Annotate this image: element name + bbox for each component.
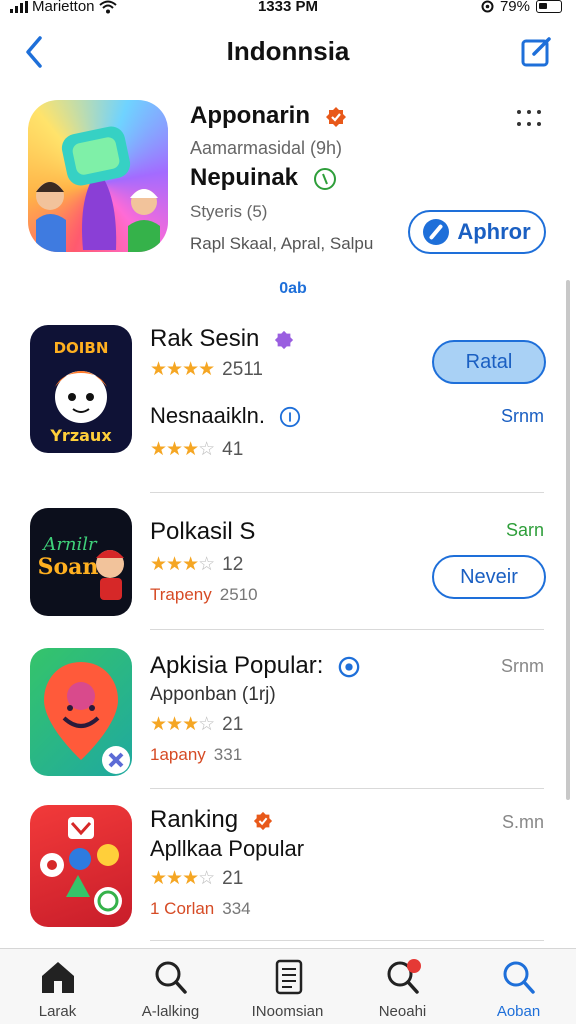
app-title-secondary: Nesnaaikln. (150, 403, 301, 429)
app-size: Srnm (500, 656, 544, 676)
app-icon-apkisia[interactable] (30, 648, 132, 776)
document-icon (275, 959, 302, 995)
rating-count: 21 (222, 868, 244, 889)
action-button-label: Neveir (460, 565, 518, 588)
tab-updates[interactable]: Neoahi (345, 955, 460, 1023)
tab-label: Aoban (496, 1003, 541, 1020)
app-icon-polkasil[interactable]: Arnilr Soan (30, 508, 132, 616)
icon-text-top: DOIBN (54, 339, 109, 357)
info-circle-icon (279, 407, 301, 428)
developer-line: Trapeny 2510 (150, 585, 258, 605)
notification-badge (407, 959, 421, 973)
featured-button-label: Aphror (457, 219, 531, 244)
search-icon (503, 961, 535, 994)
row-divider (150, 629, 544, 630)
refresh-circle-icon (338, 656, 360, 677)
featured-get-button[interactable]: Aphror (408, 210, 546, 254)
page-title: Indonnsia (226, 36, 350, 66)
app-title-text: Apkisia Popular: (150, 652, 324, 679)
tab-indonesia[interactable]: INoomsian (230, 955, 345, 1023)
app-title: Rak Sesin (150, 325, 294, 353)
app-icon-ranking[interactable] (30, 805, 132, 927)
verified-badge-icon (274, 330, 294, 349)
star-rating: ★★★☆ 41 (150, 439, 244, 460)
developer-count: 2510 (219, 585, 258, 604)
tab-today[interactable]: Larak (0, 955, 115, 1023)
featured-title: Apponarin (190, 102, 347, 130)
info-circle-icon (313, 167, 336, 190)
icon-text-bottom: Soan (38, 554, 99, 580)
scrollbar[interactable] (566, 280, 570, 800)
featured-name-text: Nepuinak (190, 164, 299, 191)
star-rating: ★★★☆ 21 (150, 868, 244, 889)
app-title-text: Rak Sesin (150, 325, 260, 352)
row-divider (150, 492, 544, 493)
app-title-secondary-text: Nesnaaikln. (150, 403, 265, 428)
rak-sesin-artwork: DOIBN Yrzaux (49, 339, 112, 445)
developer-name: 1 Corlan (150, 899, 215, 918)
developer-line: 1apany 331 (150, 745, 242, 765)
home-icon (41, 962, 74, 993)
app-size: S.mn (501, 812, 544, 832)
featured-title-text: Apponarin (190, 102, 310, 129)
battery-icon (536, 0, 562, 13)
action-button-label: Ratal (465, 350, 513, 373)
featured-app-icon[interactable] (28, 100, 168, 252)
app-title: Polkasil S (150, 518, 256, 545)
developer-count: 334 (222, 899, 251, 918)
featured-name: Nepuinak (190, 164, 337, 192)
tab-search[interactable]: Aoban (461, 955, 576, 1023)
app-size: Sarn (505, 520, 544, 540)
more-options-icon[interactable] (516, 108, 542, 128)
polkasil-action-button[interactable]: Neveir (432, 555, 546, 599)
rating-count: 12 (222, 554, 244, 575)
developer-name: 1apany (150, 745, 206, 764)
ranking-artwork (40, 817, 122, 915)
search-icon (155, 961, 187, 994)
rak-sesin-action-button[interactable]: Ratal (432, 340, 546, 384)
app-title: Apkisia Popular: (150, 652, 360, 680)
tab-ranking[interactable]: A-lalking (113, 955, 228, 1023)
row-divider (150, 940, 544, 941)
status-right: 79% (481, 0, 562, 15)
compose-icon[interactable] (520, 34, 554, 68)
app-subtitle: Apllkaa Popular (150, 836, 305, 861)
tab-bar: Larak A-lalking INoomsian Neoahi Aoban (0, 948, 576, 1024)
verified-badge-icon (253, 811, 272, 830)
tab-label: A-lalking (141, 1003, 200, 1020)
battery-percent: 79% (499, 0, 530, 15)
rating-count: 21 (222, 714, 244, 735)
app-subtitle: Apponban (1rj) (150, 684, 276, 705)
featured-illustration (36, 126, 160, 252)
star-rating: ★★★★ 2511 (150, 359, 263, 380)
app-title: Ranking (150, 806, 273, 834)
tab-label: Neoahi (378, 1003, 427, 1020)
status-bar: Marietton 1333 PM 79% (0, 0, 576, 18)
row-divider (150, 788, 544, 789)
location-icon (481, 0, 494, 13)
star-rating: ★★★☆ 21 (150, 714, 244, 735)
tab-label: Larak (38, 1003, 77, 1020)
rating-count: 41 (222, 439, 244, 460)
rating-count: 2511 (222, 359, 263, 380)
polkasil-artwork: Arnilr Soan (38, 534, 124, 600)
developer-name: Trapeny (150, 585, 212, 604)
app-icon-rak-sesin[interactable]: DOIBN Yrzaux (30, 325, 132, 453)
tab-label: INoomsian (251, 1003, 324, 1020)
star-rating: ★★★☆ 12 (150, 554, 244, 575)
nav-header: Indonnsia (0, 22, 576, 82)
app-title-text: Ranking (150, 806, 239, 833)
icon-text-bottom: Yrzaux (49, 426, 112, 445)
featured-meta-reviews: Styeris (5) (190, 202, 268, 221)
app-size: Srnm (500, 406, 544, 426)
featured-subtitle: Aamarmasidal (9h) (190, 138, 343, 158)
developer-count: 331 (213, 745, 243, 764)
compass-icon (423, 219, 450, 245)
map-pin-artwork (44, 662, 130, 774)
featured-meta-categories: Rapl Skaal, Apral, Salpu (190, 234, 374, 253)
developer-line: 1 Corlan 334 (150, 899, 251, 919)
icon-text-top: Arnilr (41, 534, 98, 555)
page-indicator[interactable]: 0ab (0, 280, 576, 298)
verified-badge-icon (325, 106, 346, 127)
